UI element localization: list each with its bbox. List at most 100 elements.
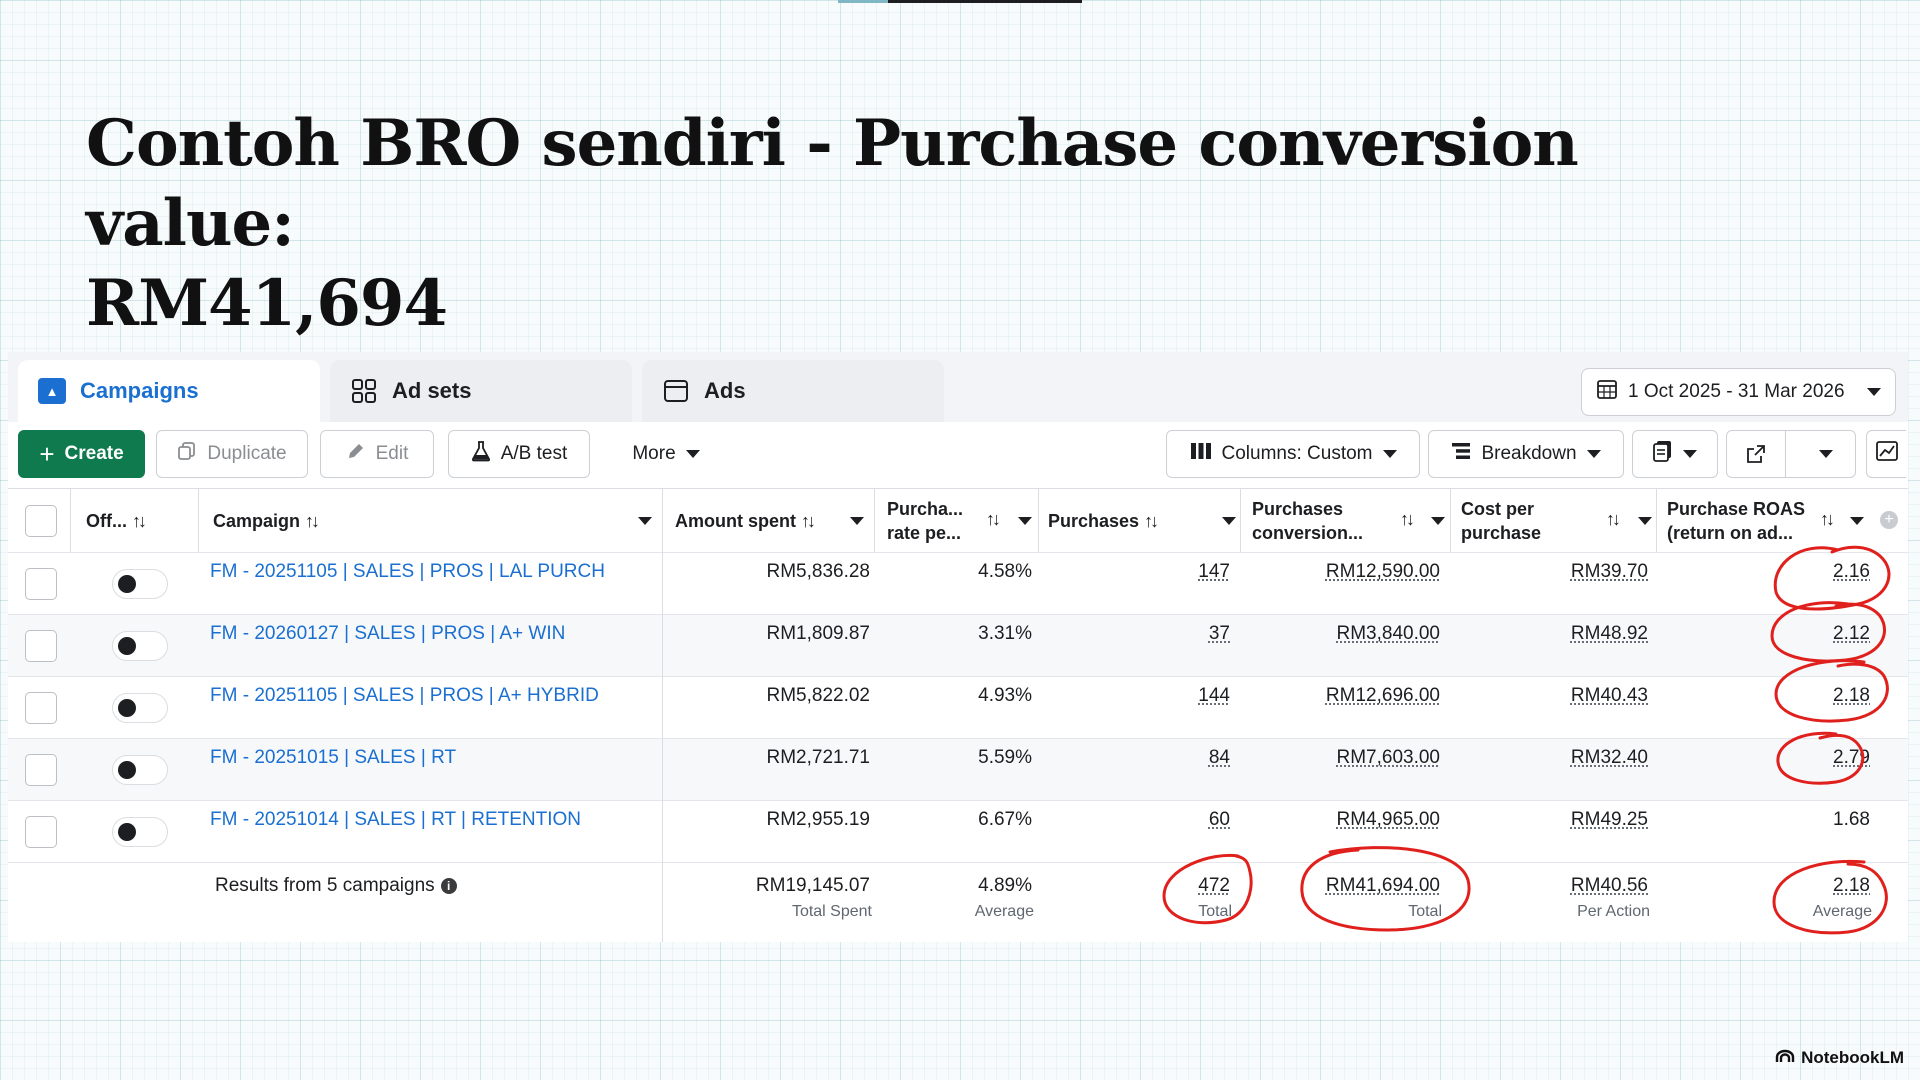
conversion-value[interactable]: RM12,696.00 [1248,685,1440,707]
campaign-name-link[interactable]: FM - 20251105 | SALES | PROS | A+ HYBRID [210,685,599,707]
conversion-value[interactable]: RM12,590.00 [1248,561,1440,583]
col-conversion-value[interactable]: Purchases conversion... [1252,497,1363,545]
tab-ad-sets[interactable]: Ad sets [330,360,632,422]
breakdown-label: Breakdown [1481,443,1577,464]
duplicate-button[interactable]: Duplicate [156,430,308,478]
info-icon[interactable]: i [440,878,457,894]
purchases-value[interactable]: 84 [1044,747,1230,769]
purchase-rate-value: 6.67% [978,809,1032,830]
total-purchases[interactable]: 472 [1044,875,1230,897]
campaign-toggle[interactable] [112,569,168,599]
tab-ads[interactable]: Ads [642,360,944,422]
sort-icon[interactable]: ↑↓ [1606,509,1621,530]
export-dropdown[interactable] [1796,450,1855,458]
campaign-name-link[interactable]: FM - 20251015 | SALES | RT [210,747,456,769]
columns-button[interactable]: Columns: Custom [1166,430,1420,478]
date-range-label: 1 Oct 2025 - 31 Mar 2026 [1628,381,1845,402]
col-amount-spent[interactable]: Amount spent ↑↓ [675,509,816,533]
amount-spent-value: RM2,721.71 [766,747,870,768]
campaign-toggle[interactable] [112,693,168,723]
row-checkbox[interactable] [25,630,57,662]
tab-campaigns[interactable]: ▲ Campaigns [18,360,320,422]
campaign-name-link[interactable]: FM - 20251105 | SALES | PROS | LAL PURCH [210,561,605,583]
duplicate-icon [177,441,197,467]
create-button[interactable]: + Create [18,430,145,478]
col-conversion-value-label-2: conversion... [1252,523,1364,543]
campaign-toggle[interactable] [112,755,168,785]
table-row[interactable]: FM - 20251014 | SALES | RT | RETENTION R… [8,800,1908,862]
total-cost-per-purchase[interactable]: RM40.56 [1456,875,1648,897]
total-conversion-value[interactable]: RM41,694.00 [1248,875,1440,897]
total-cost-per-purchase-caption: Per Action [1577,903,1650,920]
campaign-name-link[interactable]: FM - 20260127 | SALES | PROS | A+ WIN [210,623,565,645]
purchases-value[interactable]: 37 [1044,623,1230,645]
cost-per-purchase-value[interactable]: RM49.25 [1456,809,1648,831]
col-conversion-value-label-1: Purchases [1252,499,1344,519]
totals-label: Results from 5 campaigns i [215,875,457,897]
edit-button[interactable]: Edit [320,430,434,478]
chevron-down-icon[interactable] [638,517,652,525]
average-purchase-rate: 4.89% [978,875,1032,896]
ab-test-button[interactable]: A/B test [448,430,590,478]
roas-value[interactable]: 2.79 [1664,747,1870,769]
roas-value[interactable]: 2.18 [1664,685,1870,707]
sort-icon[interactable]: ↑↓ [1400,509,1415,530]
purchases-value[interactable]: 147 [1044,561,1230,583]
export-icon[interactable] [1727,431,1787,477]
more-button[interactable]: More [608,430,724,478]
average-roas[interactable]: 2.18 [1664,875,1870,897]
col-roas-label-2: (return on ad... [1667,523,1793,543]
roas-value[interactable]: 1.68 [1664,809,1870,831]
col-roas[interactable]: Purchase ROAS (return on ad... [1667,497,1805,545]
row-checkbox[interactable] [25,816,57,848]
conversion-value[interactable]: RM4,965.00 [1248,809,1440,831]
add-column-icon[interactable]: + [1880,511,1898,529]
select-all-checkbox[interactable] [25,505,57,537]
chevron-down-icon[interactable] [1222,517,1236,525]
col-purchases[interactable]: Purchases ↑↓ [1048,509,1159,533]
row-checkbox[interactable] [25,568,57,600]
col-off[interactable]: Off... ↑↓ [86,509,147,533]
sort-icon[interactable]: ↑↓ [986,509,1001,530]
chevron-down-icon[interactable] [850,517,864,525]
chevron-down-icon[interactable] [1431,517,1445,525]
roas-value[interactable]: 2.16 [1664,561,1870,583]
col-cost-per-purchase[interactable]: Cost per purchase [1461,497,1541,545]
cost-per-purchase-value[interactable]: RM48.92 [1456,623,1648,645]
row-checkbox[interactable] [25,692,57,724]
export-button[interactable] [1726,430,1856,478]
reports-button[interactable] [1632,430,1718,478]
sort-icon[interactable]: ↑↓ [1820,509,1835,530]
roas-value[interactable]: 2.12 [1664,623,1870,645]
table-row[interactable]: FM - 20251105 | SALES | PROS | LAL PURCH… [8,552,1908,614]
flask-icon [471,440,491,468]
cost-per-purchase-value[interactable]: RM40.43 [1456,685,1648,707]
conversion-value[interactable]: RM7,603.00 [1248,747,1440,769]
col-purchase-rate[interactable]: Purcha... rate pe... [887,497,963,545]
conversion-value[interactable]: RM3,840.00 [1248,623,1440,645]
chevron-down-icon[interactable] [1018,517,1032,525]
col-off-label: Off... [86,511,127,531]
table-row[interactable]: FM - 20251105 | SALES | PROS | A+ HYBRID… [8,676,1908,738]
purchases-value[interactable]: 144 [1044,685,1230,707]
col-roas-label-1: Purchase ROAS [1667,499,1806,519]
cost-per-purchase-value[interactable]: RM39.70 [1456,561,1648,583]
chevron-down-icon[interactable] [1638,517,1652,525]
campaign-toggle[interactable] [112,631,168,661]
campaign-name-link[interactable]: FM - 20251014 | SALES | RT | RETENTION [210,809,581,831]
campaign-toggle[interactable] [112,817,168,847]
col-amount-spent-label: Amount spent [675,511,796,531]
breakdown-button[interactable]: Breakdown [1428,430,1624,478]
purchase-rate-value: 3.31% [978,623,1032,644]
purchases-value[interactable]: 60 [1044,809,1230,831]
cost-per-purchase-value[interactable]: RM32.40 [1456,747,1648,769]
chevron-down-icon[interactable] [1850,517,1864,525]
table-row[interactable]: FM - 20251015 | SALES | RT RM2,721.71 5.… [8,738,1908,800]
table-row[interactable]: FM - 20260127 | SALES | PROS | A+ WIN RM… [8,614,1908,676]
row-checkbox[interactable] [25,754,57,786]
total-purchases-caption: Total [1198,903,1232,920]
chart-button[interactable] [1866,430,1906,478]
average-purchase-rate-caption: Average [974,903,1034,920]
date-range-picker[interactable]: 1 Oct 2025 - 31 Mar 2026 [1581,368,1896,416]
col-campaign[interactable]: Campaign ↑↓ [213,509,320,533]
